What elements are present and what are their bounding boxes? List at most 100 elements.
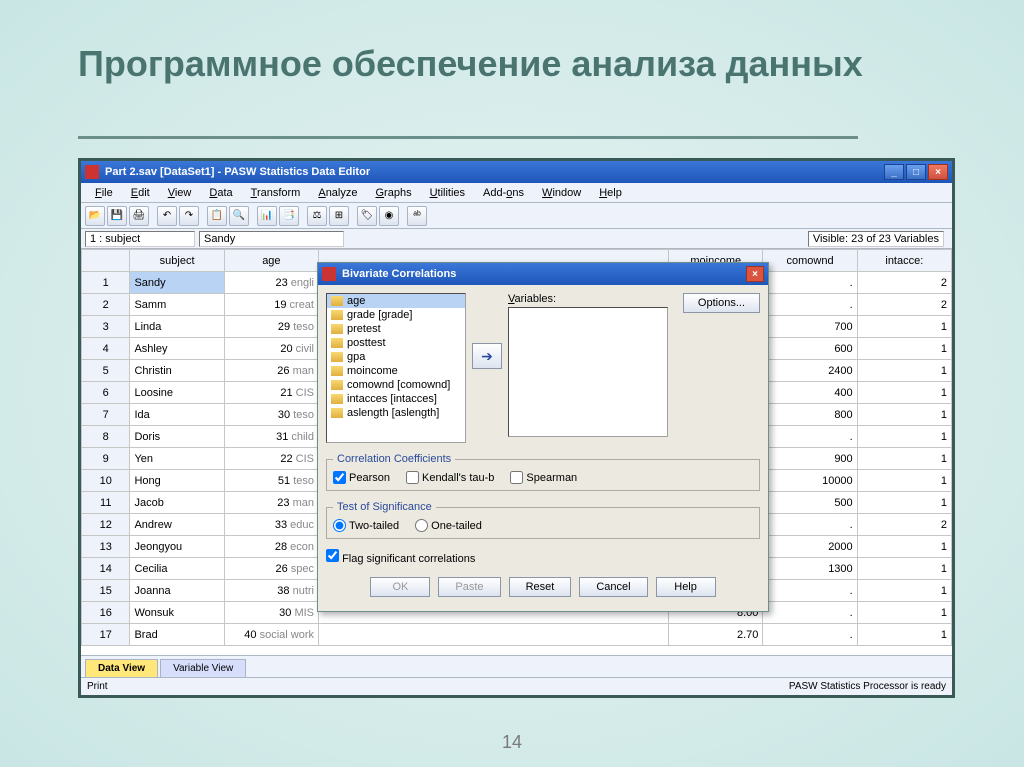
- cell-subject[interactable]: Cecilia: [130, 558, 224, 580]
- toolbar-print-icon[interactable]: 🖨: [129, 206, 149, 226]
- cell-subject[interactable]: Jeongyou: [130, 536, 224, 558]
- cell-comownd[interactable]: 800: [763, 404, 857, 426]
- variable-item[interactable]: aslength [aslength]: [327, 406, 465, 420]
- tab-variable-view[interactable]: Variable View: [160, 659, 246, 677]
- cell-intacce[interactable]: 1: [857, 404, 951, 426]
- ok-button[interactable]: OK: [370, 577, 430, 597]
- cell-intacce[interactable]: 1: [857, 602, 951, 624]
- dialog-close-button[interactable]: ×: [746, 266, 764, 282]
- toolbar-redo-icon[interactable]: ↷: [179, 206, 199, 226]
- cell-comownd[interactable]: .: [763, 514, 857, 536]
- cell-comownd[interactable]: 1300: [763, 558, 857, 580]
- cell-subject[interactable]: Samm: [130, 294, 224, 316]
- menu-graphs[interactable]: Graphs: [367, 185, 419, 201]
- menu-file[interactable]: File: [87, 185, 121, 201]
- two-tailed-radio[interactable]: Two-tailed: [333, 519, 399, 532]
- variable-item[interactable]: moincome: [327, 364, 465, 378]
- cell-subject[interactable]: Linda: [130, 316, 224, 338]
- cell-intacce[interactable]: 1: [857, 624, 951, 646]
- cell-age[interactable]: 51 teso: [224, 470, 318, 492]
- cell-comownd[interactable]: .: [763, 294, 857, 316]
- cell-age[interactable]: 38 nutri: [224, 580, 318, 602]
- menu-window[interactable]: Window: [534, 185, 589, 201]
- row-number[interactable]: 4: [82, 338, 130, 360]
- row-number[interactable]: 7: [82, 404, 130, 426]
- cell-subject[interactable]: Andrew: [130, 514, 224, 536]
- cell-subject[interactable]: Wonsuk: [130, 602, 224, 624]
- cell-age[interactable]: 23 engli: [224, 272, 318, 294]
- row-number[interactable]: 6: [82, 382, 130, 404]
- cell-comownd[interactable]: .: [763, 624, 857, 646]
- menu-utilities[interactable]: Utilities: [422, 185, 473, 201]
- target-variable-list[interactable]: [508, 307, 668, 437]
- minimize-button[interactable]: _: [884, 164, 904, 180]
- cell-subject[interactable]: Yen: [130, 448, 224, 470]
- row-number[interactable]: 8: [82, 426, 130, 448]
- help-button[interactable]: Help: [656, 577, 716, 597]
- col-header[interactable]: age: [224, 250, 318, 272]
- toolbar-find-icon[interactable]: 🔍: [229, 206, 249, 226]
- cell-value[interactable]: Sandy: [199, 231, 344, 247]
- cell-intacce[interactable]: 1: [857, 558, 951, 580]
- cell-age[interactable]: 20 civil: [224, 338, 318, 360]
- menu-transform[interactable]: Transform: [243, 185, 309, 201]
- cell-subject[interactable]: Christin: [130, 360, 224, 382]
- cell-comownd[interactable]: 900: [763, 448, 857, 470]
- cell-comownd[interactable]: 10000: [763, 470, 857, 492]
- cell-subject[interactable]: Jacob: [130, 492, 224, 514]
- row-number[interactable]: 9: [82, 448, 130, 470]
- cell-intacce[interactable]: 1: [857, 448, 951, 470]
- cell-intacce[interactable]: 1: [857, 338, 951, 360]
- cell-comownd[interactable]: .: [763, 602, 857, 624]
- cell-age[interactable]: 26 spec: [224, 558, 318, 580]
- cell-subject[interactable]: Hong: [130, 470, 224, 492]
- cell-comownd[interactable]: 400: [763, 382, 857, 404]
- cell-age[interactable]: 21 CIS: [224, 382, 318, 404]
- menu-help[interactable]: Help: [591, 185, 630, 201]
- menu-analyze[interactable]: Analyze: [310, 185, 365, 201]
- cell-age[interactable]: 22 CIS: [224, 448, 318, 470]
- kendall-checkbox[interactable]: Kendall's tau-b: [406, 471, 494, 484]
- cell-intacce[interactable]: 1: [857, 492, 951, 514]
- cell-comownd[interactable]: 600: [763, 338, 857, 360]
- cell-age[interactable]: 29 teso: [224, 316, 318, 338]
- cell-age[interactable]: 30 MIS: [224, 602, 318, 624]
- row-number[interactable]: 11: [82, 492, 130, 514]
- cell-comownd[interactable]: 2400: [763, 360, 857, 382]
- cell-intacce[interactable]: 2: [857, 294, 951, 316]
- cell-comownd[interactable]: 700: [763, 316, 857, 338]
- cell-subject[interactable]: Sandy: [130, 272, 224, 294]
- data-grid[interactable]: subjectagemoincomecomowndintacce: 1Sandy…: [81, 249, 952, 655]
- cell-intacce[interactable]: 1: [857, 470, 951, 492]
- cell-age[interactable]: 30 teso: [224, 404, 318, 426]
- source-variable-list[interactable]: agegrade [grade]pretestposttestgpamoinco…: [326, 293, 466, 443]
- table-row[interactable]: 17Brad40 social work2.70.1: [82, 624, 952, 646]
- row-number[interactable]: 17: [82, 624, 130, 646]
- col-header[interactable]: comownd: [763, 250, 857, 272]
- menu-view[interactable]: View: [160, 185, 200, 201]
- variable-item[interactable]: intacces [intacces]: [327, 392, 465, 406]
- cancel-button[interactable]: Cancel: [579, 577, 647, 597]
- row-number[interactable]: 1: [82, 272, 130, 294]
- spearman-checkbox[interactable]: Spearman: [510, 471, 577, 484]
- row-number[interactable]: 10: [82, 470, 130, 492]
- flag-checkbox[interactable]: Flag significant correlations: [326, 549, 475, 565]
- move-right-button[interactable]: ➔: [472, 343, 502, 369]
- cell-age[interactable]: 23 man: [224, 492, 318, 514]
- cell-comownd[interactable]: .: [763, 580, 857, 602]
- one-tailed-radio[interactable]: One-tailed: [415, 519, 482, 532]
- col-header[interactable]: subject: [130, 250, 224, 272]
- toolbar-goto-icon[interactable]: 📋: [207, 206, 227, 226]
- maximize-button[interactable]: □: [906, 164, 926, 180]
- cell-age[interactable]: 40 social work: [224, 624, 318, 646]
- variable-item[interactable]: posttest: [327, 336, 465, 350]
- row-number[interactable]: 3: [82, 316, 130, 338]
- cell-intacce[interactable]: 1: [857, 426, 951, 448]
- toolbar-save-icon[interactable]: 💾: [107, 206, 127, 226]
- row-number[interactable]: 12: [82, 514, 130, 536]
- toolbar-undo-icon[interactable]: ↶: [157, 206, 177, 226]
- cell-subject[interactable]: Doris: [130, 426, 224, 448]
- toolbar-weight-icon[interactable]: ⊞: [329, 206, 349, 226]
- cell-comownd[interactable]: 2000: [763, 536, 857, 558]
- variable-item[interactable]: age: [327, 294, 465, 308]
